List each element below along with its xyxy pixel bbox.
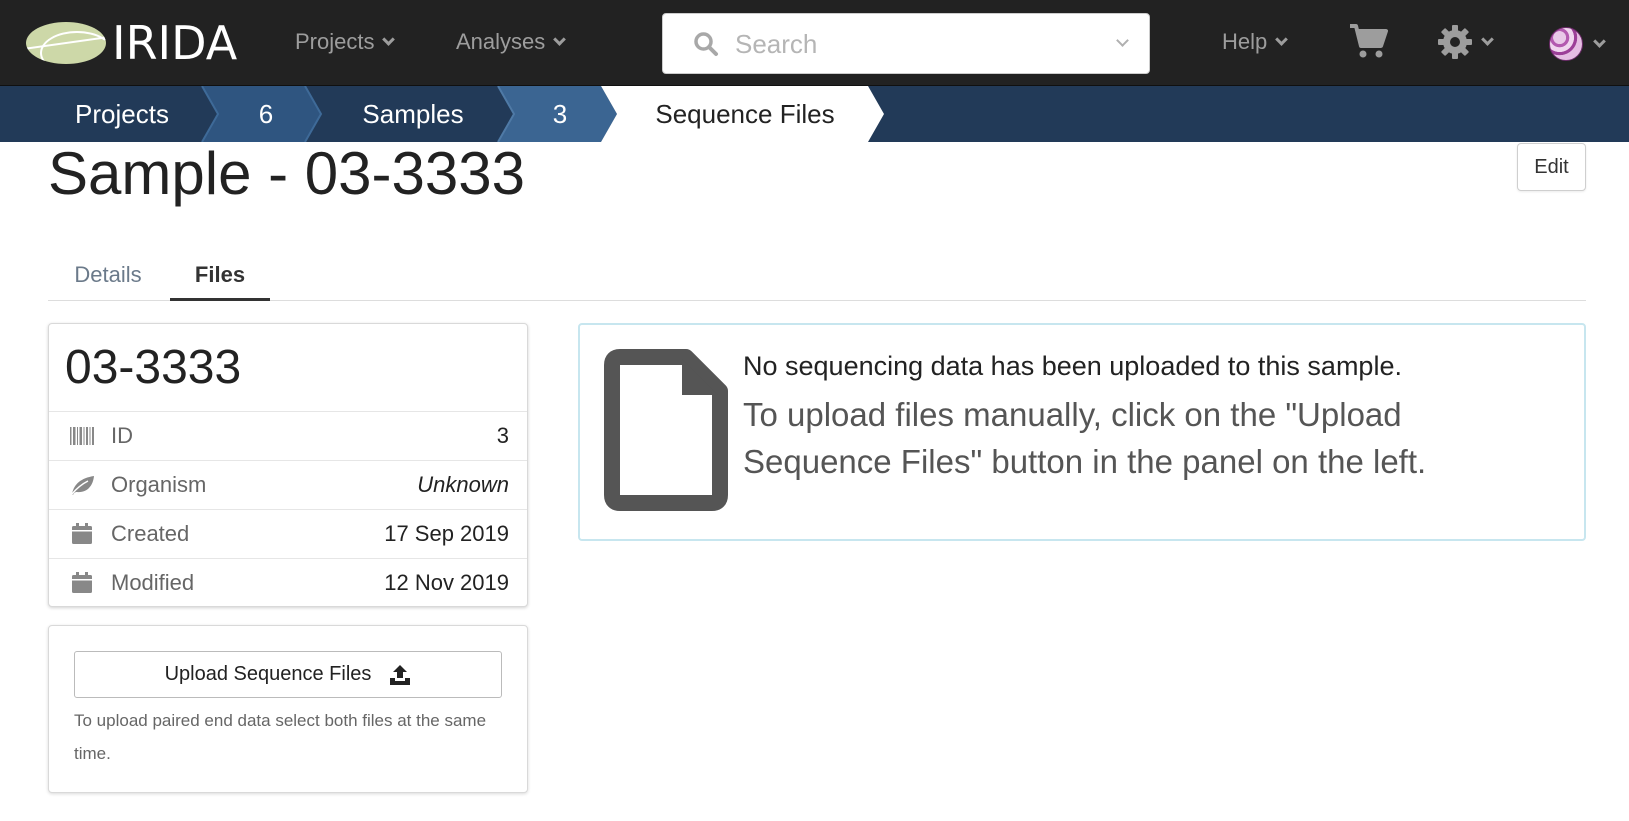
barcode-icon <box>70 427 94 445</box>
page-title: Sample - 03-3333 <box>48 140 525 207</box>
cart-icon[interactable] <box>1348 22 1388 60</box>
tab-files[interactable]: Files <box>170 248 270 301</box>
logo-text: IRIDA <box>112 16 238 70</box>
upload-button-label: Upload Sequence Files <box>164 663 372 685</box>
row-value: 17 Sep 2019 <box>384 521 509 546</box>
row-value: 12 Nov 2019 <box>384 570 509 595</box>
calendar-icon <box>72 572 92 593</box>
row-label: Modified <box>111 570 195 595</box>
edit-button[interactable]: Edit <box>1517 143 1586 191</box>
user-menu[interactable] <box>1549 26 1619 62</box>
chevron-down-icon <box>382 32 396 46</box>
gear-icon <box>1438 25 1472 59</box>
search-icon <box>694 32 718 56</box>
row-value: Unknown <box>417 472 509 497</box>
nav-analyses-label: Analyses <box>456 29 546 54</box>
breadcrumb-projects[interactable]: Projects <box>30 86 214 142</box>
breadcrumb-sample-3[interactable]: 3 <box>516 86 604 142</box>
sample-row-created: Created 17 Sep 2019 <box>49 509 527 558</box>
nav-help-menu[interactable]: Help <box>1222 28 1289 56</box>
upload-sequence-files-button[interactable]: Upload Sequence Files <box>74 651 502 698</box>
sample-row-organism: Organism Unknown <box>49 460 527 509</box>
upload-icon <box>390 664 411 685</box>
nav-help-label: Help <box>1222 29 1268 54</box>
calendar-icon <box>72 523 92 544</box>
logo-emblem-icon <box>26 22 106 64</box>
breadcrumb-project-6[interactable]: 6 <box>222 86 310 142</box>
alert-body: To upload files manually, click on the "… <box>743 396 1427 480</box>
tab-details[interactable]: Details <box>48 248 168 301</box>
avatar <box>1549 27 1583 61</box>
breadcrumb-sequence-files: Sequence Files <box>655 98 835 129</box>
chevron-down-icon <box>553 32 567 46</box>
nav-analyses-menu[interactable]: Analyses <box>456 28 567 56</box>
row-value: 3 <box>496 423 509 448</box>
row-label: ID <box>111 423 133 448</box>
nav-projects-menu[interactable]: Projects <box>295 28 396 56</box>
chevron-down-icon[interactable] <box>1116 34 1129 47</box>
sample-row-modified: Modified 12 Nov 2019 <box>49 558 527 607</box>
alert-title: No sequencing data has been uploaded to … <box>743 351 1402 381</box>
upload-panel: Upload Sequence Files To upload paired e… <box>48 625 528 793</box>
leaf-icon <box>71 476 94 495</box>
breadcrumb-samples[interactable]: Samples <box>325 86 501 142</box>
sample-name: 03-3333 <box>65 341 242 394</box>
sample-details-panel: 03-3333 ID 3 Organism Unknown Created 17… <box>48 323 528 607</box>
chevron-down-icon <box>1275 32 1289 46</box>
nav-projects-label: Projects <box>295 29 375 54</box>
row-label: Organism <box>111 472 207 497</box>
file-icon <box>604 349 728 511</box>
global-search[interactable] <box>662 13 1150 74</box>
search-input[interactable] <box>735 26 1095 62</box>
chevron-down-icon <box>1593 34 1606 48</box>
breadcrumb: Projects 6 Samples 3 Sequence Files <box>0 86 1629 142</box>
sample-row-id: ID 3 <box>49 411 527 460</box>
active-tab-indicator <box>170 298 270 301</box>
upload-help-text: To upload paired end data select both fi… <box>74 711 487 763</box>
sample-tabs: Details Files <box>48 248 1586 301</box>
row-label: Created <box>111 521 190 546</box>
chevron-down-icon <box>1481 32 1494 46</box>
no-files-alert: No sequencing data has been uploaded to … <box>578 323 1586 541</box>
settings-menu[interactable] <box>1437 22 1497 62</box>
irida-logo[interactable]: IRIDA <box>26 20 237 66</box>
top-navbar: IRIDA Projects Analyses Help <box>0 0 1629 86</box>
